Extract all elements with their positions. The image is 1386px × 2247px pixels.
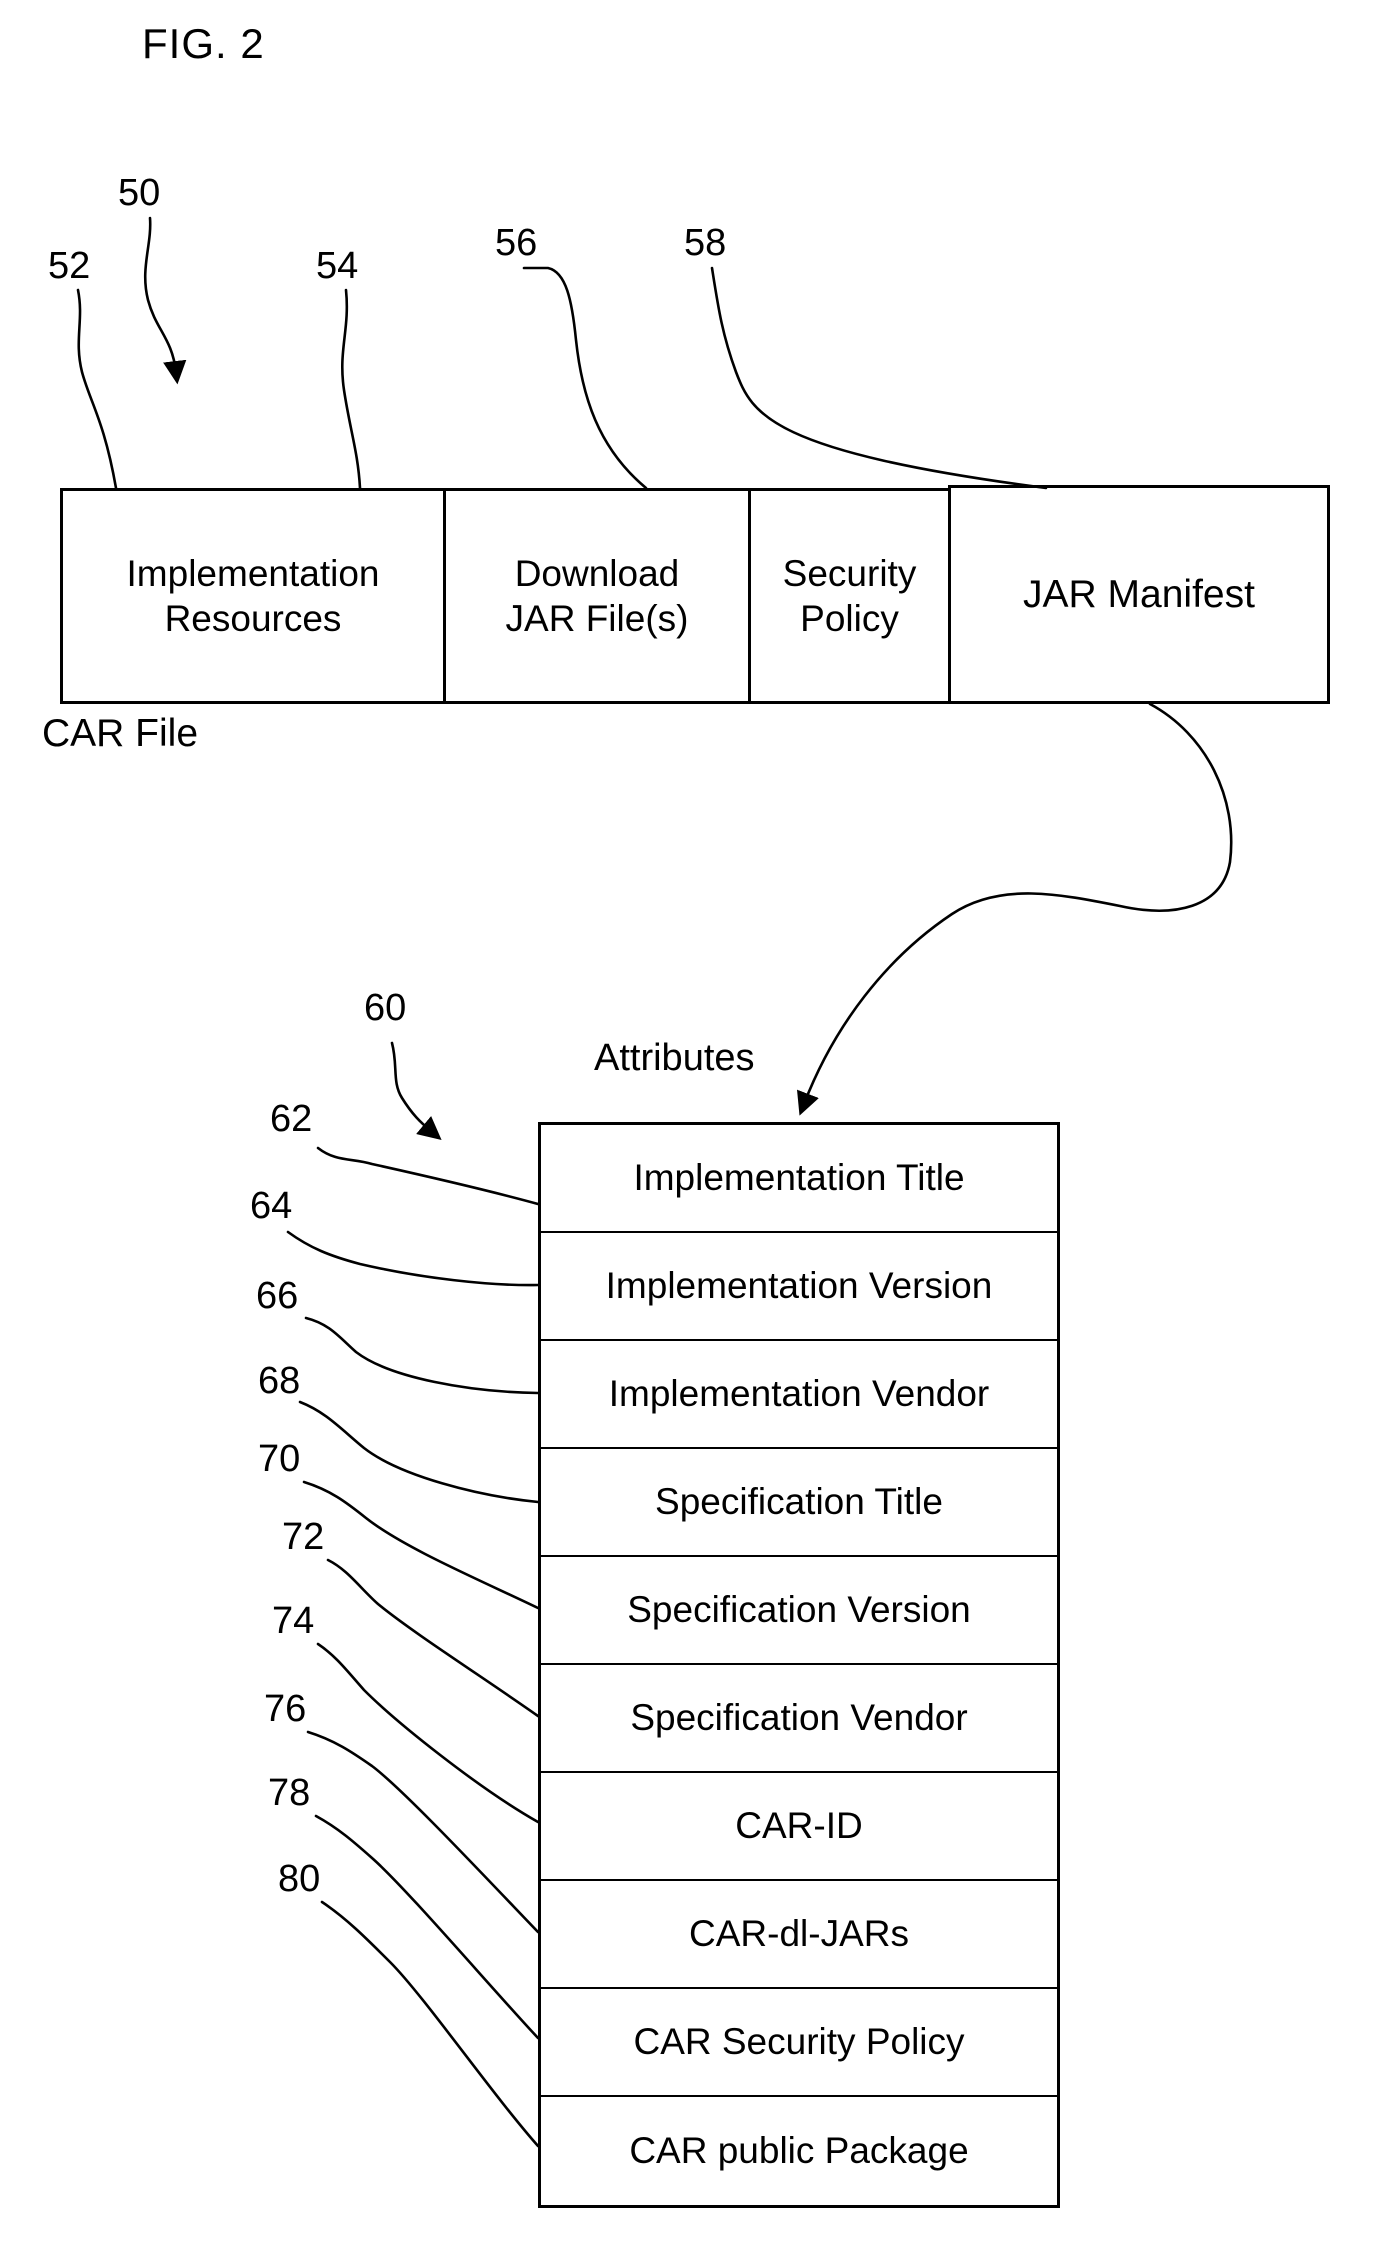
car-cell-download-jar-files-label: Download JAR File(s) [505, 552, 689, 639]
attribute-label: CAR-ID [735, 1805, 863, 1846]
attribute-row-car-id: CAR-ID [541, 1773, 1057, 1881]
leader-line-50 [143, 216, 187, 385]
reference-numeral-80: 80 [278, 1858, 321, 1900]
leader-line-74 [316, 1642, 540, 1824]
attributes-caption: Attributes [594, 1037, 755, 1079]
leader-line-76 [306, 1730, 540, 1934]
reference-numeral-76: 76 [264, 1688, 307, 1730]
leader-line-78 [314, 1814, 540, 2040]
reference-numeral-60: 60 [364, 987, 407, 1029]
reference-numeral-58: 58 [684, 222, 727, 264]
leader-line-80 [320, 1900, 540, 2148]
attribute-label: CAR Security Policy [633, 2021, 965, 2062]
car-file-caption: CAR File [42, 712, 199, 755]
car-cell-jar-manifest: JAR Manifest [948, 485, 1330, 704]
attribute-label: Implementation Title [633, 1157, 965, 1198]
attribute-row-specification-version: Specification Version [541, 1557, 1057, 1665]
leader-line-64 [286, 1230, 540, 1287]
leader-line-66 [304, 1316, 540, 1395]
attribute-row-implementation-version: Implementation Version [541, 1233, 1057, 1341]
car-cell-implementation-resources-label: Implementation Resources [126, 552, 380, 639]
figure-page: FIG. 2 Implementation Resources Download… [0, 0, 1386, 2247]
attribute-row-implementation-vendor: Implementation Vendor [541, 1341, 1057, 1449]
reference-numeral-72: 72 [282, 1516, 325, 1558]
reference-numeral-56: 56 [495, 222, 538, 264]
attribute-row-specification-vendor: Specification Vendor [541, 1665, 1057, 1773]
leader-line-70 [302, 1480, 540, 1610]
leader-line-72 [326, 1558, 540, 1718]
car-cell-jar-manifest-label: JAR Manifest [1023, 572, 1255, 616]
car-file-bar: Implementation Resources Download JAR Fi… [60, 485, 1330, 704]
leader-line-68 [298, 1400, 540, 1504]
connector-manifest-to-attributes [797, 702, 1233, 1116]
leader-line-54 [341, 288, 362, 490]
figure-title: FIG. 2 [142, 20, 265, 67]
leader-line-62 [316, 1146, 540, 1206]
attribute-row-specification-title: Specification Title [541, 1449, 1057, 1557]
reference-numeral-50: 50 [118, 172, 161, 214]
reference-numeral-62: 62 [270, 1098, 313, 1140]
reference-numeral-66: 66 [256, 1275, 299, 1317]
car-cell-download-jar-files: Download JAR File(s) [443, 488, 748, 704]
attribute-label: CAR public Package [629, 2130, 969, 2171]
leader-line-58 [710, 266, 1048, 490]
attribute-label: Specification Vendor [630, 1697, 968, 1738]
attribute-label: Specification Title [655, 1481, 943, 1522]
attribute-label: Implementation Version [605, 1265, 993, 1306]
reference-numeral-78: 78 [268, 1772, 311, 1814]
attribute-label: CAR-dl-JARs [689, 1913, 909, 1954]
attribute-label: Implementation Vendor [608, 1373, 990, 1414]
attributes-table: Implementation Title Implementation Vers… [538, 1122, 1060, 2208]
attribute-row-implementation-title: Implementation Title [541, 1125, 1057, 1233]
reference-numeral-52: 52 [48, 245, 91, 287]
reference-numeral-74: 74 [272, 1600, 315, 1642]
reference-numeral-68: 68 [258, 1360, 301, 1402]
leader-line-56 [522, 266, 648, 490]
leader-line-52 [76, 288, 118, 490]
attribute-row-car-dl-jars: CAR-dl-JARs [541, 1881, 1057, 1989]
attribute-row-car-security-policy: CAR Security Policy [541, 1989, 1057, 2097]
leader-line-60 [390, 1041, 442, 1140]
reference-numeral-54: 54 [316, 245, 359, 287]
reference-numeral-70: 70 [258, 1438, 301, 1480]
car-cell-security-policy: Security Policy [748, 488, 948, 704]
reference-numeral-64: 64 [250, 1185, 293, 1227]
car-cell-security-policy-label: Security Policy [782, 552, 917, 639]
car-cell-implementation-resources: Implementation Resources [60, 488, 443, 704]
attribute-row-car-public-package: CAR public Package [541, 2097, 1057, 2205]
attribute-label: Specification Version [627, 1589, 971, 1630]
